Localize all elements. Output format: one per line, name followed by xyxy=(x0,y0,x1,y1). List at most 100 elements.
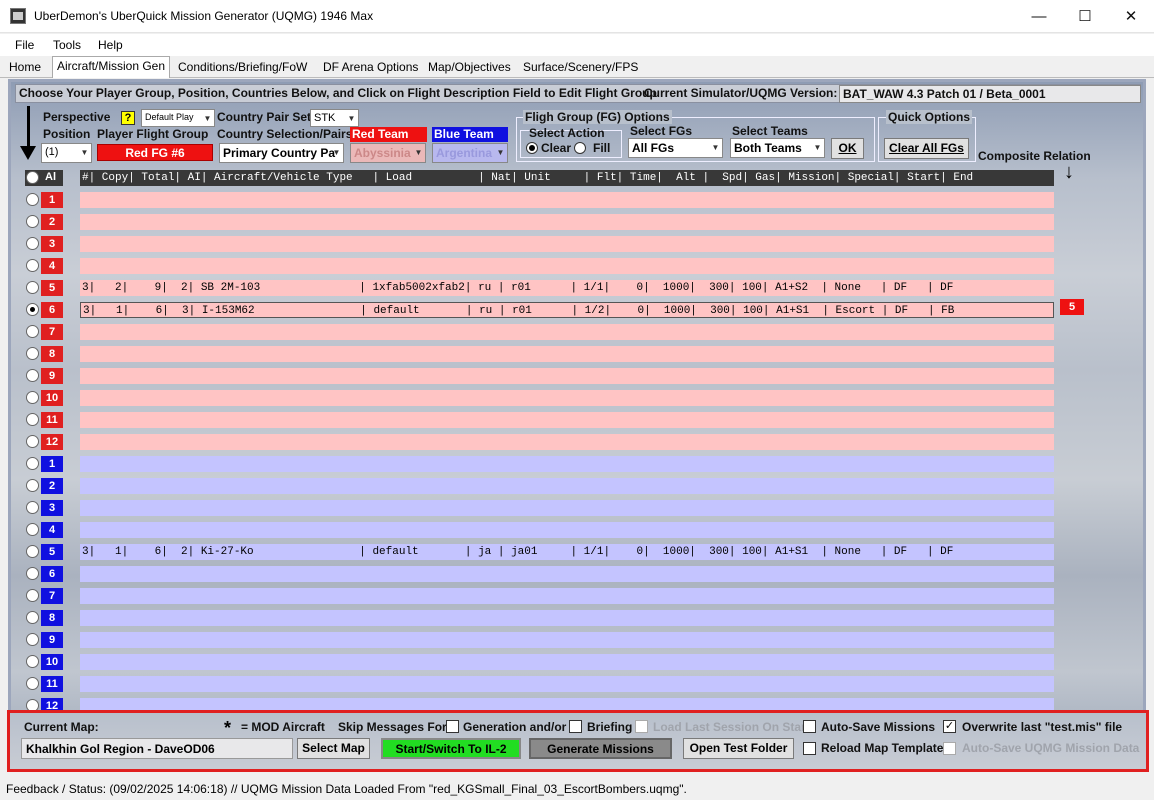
fg-radio[interactable] xyxy=(26,435,39,448)
auto-save-missions-checkbox[interactable] xyxy=(803,720,816,733)
blue-fg-row-10[interactable] xyxy=(80,654,1054,670)
skip-generation-checkbox[interactable] xyxy=(446,720,459,733)
red-fg-row-1[interactable] xyxy=(80,192,1054,208)
fg-radio[interactable] xyxy=(26,567,39,580)
blue-fg-row-8[interactable] xyxy=(80,610,1054,626)
blue-fg-row-3[interactable] xyxy=(80,500,1054,516)
fg-radio[interactable] xyxy=(26,193,39,206)
blue-fg-row-11[interactable] xyxy=(80,676,1054,692)
all-select[interactable]: Al xyxy=(25,170,63,186)
blue-fg-select-6[interactable]: 6 xyxy=(25,566,63,582)
fg-radio[interactable] xyxy=(26,457,39,470)
fg-radio[interactable] xyxy=(26,589,39,602)
maximize-button[interactable]: ☐ xyxy=(1062,0,1108,33)
fg-radio[interactable] xyxy=(26,391,39,404)
blue-fg-row-9[interactable] xyxy=(80,632,1054,648)
blue-fg-select-11[interactable]: 11 xyxy=(25,676,63,692)
tab-map-objectives[interactable]: Map/Objectives xyxy=(424,58,515,77)
blue-fg-row-2[interactable] xyxy=(80,478,1054,494)
load-last-session-checkbox[interactable] xyxy=(635,720,648,733)
red-fg-row-6[interactable]: 3| 1| 6| 3| I-153M62 | default | ru | r0… xyxy=(80,302,1054,318)
tab-conditions[interactable]: Conditions/Briefing/FoW xyxy=(174,58,311,77)
red-fg-select-1[interactable]: 1 xyxy=(25,192,63,208)
red-fg-select-10[interactable]: 10 xyxy=(25,390,63,406)
red-fg-select-4[interactable]: 4 xyxy=(25,258,63,274)
auto-save-uqmg-checkbox[interactable] xyxy=(943,742,956,755)
blue-fg-select-1[interactable]: 1 xyxy=(25,456,63,472)
blue-fg-select-2[interactable]: 2 xyxy=(25,478,63,494)
fg-radio[interactable] xyxy=(26,303,39,316)
perspective-dropdown[interactable]: Default Play ▼ xyxy=(141,109,215,127)
red-fg-select-7[interactable]: 7 xyxy=(25,324,63,340)
open-test-folder-button[interactable]: Open Test Folder xyxy=(683,738,794,759)
red-fg-select-9[interactable]: 9 xyxy=(25,368,63,384)
red-fg-row-10[interactable] xyxy=(80,390,1054,406)
blue-fg-select-3[interactable]: 3 xyxy=(25,500,63,516)
menu-help[interactable]: Help xyxy=(98,38,123,52)
fg-radio[interactable] xyxy=(26,237,39,250)
red-fg-select-3[interactable]: 3 xyxy=(25,236,63,252)
fg-radio[interactable] xyxy=(26,369,39,382)
red-fg-select-5[interactable]: 5 xyxy=(25,280,63,296)
fg-radio[interactable] xyxy=(26,677,39,690)
blue-fg-select-7[interactable]: 7 xyxy=(25,588,63,604)
help-icon[interactable]: ? xyxy=(121,111,135,125)
tab-df-arena[interactable]: DF Arena Options xyxy=(319,58,422,77)
red-fg-row-11[interactable] xyxy=(80,412,1054,428)
red-fg-select-2[interactable]: 2 xyxy=(25,214,63,230)
fg-radio[interactable] xyxy=(26,259,39,272)
red-fg-row-3[interactable] xyxy=(80,236,1054,252)
tab-home[interactable]: Home xyxy=(5,58,45,77)
generate-missions-button[interactable]: Generate Missions xyxy=(529,738,672,759)
menu-file[interactable]: File xyxy=(15,38,34,52)
red-fg-row-7[interactable] xyxy=(80,324,1054,340)
red-fg-row-9[interactable] xyxy=(80,368,1054,384)
blue-fg-select-4[interactable]: 4 xyxy=(25,522,63,538)
position-dropdown[interactable]: (1) ▼ xyxy=(41,143,92,163)
clear-radio[interactable] xyxy=(526,142,538,154)
fg-radio[interactable] xyxy=(26,655,39,668)
all-radio[interactable] xyxy=(26,171,39,184)
red-fg-select-6[interactable]: 6 xyxy=(25,302,63,318)
blue-fg-row-6[interactable] xyxy=(80,566,1054,582)
skip-briefing-checkbox[interactable] xyxy=(569,720,582,733)
red-fg-row-8[interactable] xyxy=(80,346,1054,362)
fg-radio[interactable] xyxy=(26,611,39,624)
minimize-button[interactable]: — xyxy=(1016,0,1062,33)
fg-radio[interactable] xyxy=(26,633,39,646)
blue-fg-row-4[interactable] xyxy=(80,522,1054,538)
red-team-dropdown[interactable]: Abyssinia ▼ xyxy=(350,143,426,163)
red-fg-row-12[interactable] xyxy=(80,434,1054,450)
blue-fg-row-7[interactable] xyxy=(80,588,1054,604)
red-fg-row-4[interactable] xyxy=(80,258,1054,274)
select-teams-dropdown[interactable]: Both Teams ▼ xyxy=(730,138,825,158)
red-fg-select-12[interactable]: 12 xyxy=(25,434,63,450)
blue-fg-row-1[interactable] xyxy=(80,456,1054,472)
tab-aircraft-mission-gen[interactable]: Aircraft/Mission Gen xyxy=(52,56,171,78)
red-fg-select-8[interactable]: 8 xyxy=(25,346,63,362)
tab-surface-scenery[interactable]: Surface/Scenery/FPS xyxy=(519,58,642,77)
select-fgs-dropdown[interactable]: All FGs ▼ xyxy=(628,138,723,158)
blue-fg-row-5[interactable]: 3| 1| 6| 2| Ki-27-Ko | default | ja | ja… xyxy=(80,544,1054,560)
fg-radio[interactable] xyxy=(26,325,39,338)
fg-radio[interactable] xyxy=(26,523,39,536)
red-fg-row-5[interactable]: 3| 2| 9| 2| SB 2M-103 | 1xfab5002xfab2| … xyxy=(80,280,1054,296)
start-switch-button[interactable]: Start/Switch To IL-2 xyxy=(381,738,521,759)
fg-radio[interactable] xyxy=(26,347,39,360)
blue-team-dropdown[interactable]: Argentina ▼ xyxy=(432,143,508,163)
fg-radio[interactable] xyxy=(26,413,39,426)
fg-radio[interactable] xyxy=(26,479,39,492)
overwrite-test-checkbox[interactable]: ✓ xyxy=(943,720,956,733)
blue-fg-select-5[interactable]: 5 xyxy=(25,544,63,560)
fill-radio[interactable] xyxy=(574,142,586,154)
blue-fg-select-10[interactable]: 10 xyxy=(25,654,63,670)
select-map-button[interactable]: Select Map xyxy=(297,738,370,759)
red-fg-select-11[interactable]: 11 xyxy=(25,412,63,428)
fg-radio[interactable] xyxy=(26,501,39,514)
fg-radio[interactable] xyxy=(26,215,39,228)
fg-radio[interactable] xyxy=(26,545,39,558)
player-fg-value[interactable]: Red FG #6 xyxy=(97,144,213,161)
ok-button[interactable]: OK xyxy=(831,138,864,159)
country-selection-dropdown[interactable]: Primary Country Pa ▼ xyxy=(219,143,344,163)
clear-all-fgs-button[interactable]: Clear All FGs xyxy=(884,138,969,159)
